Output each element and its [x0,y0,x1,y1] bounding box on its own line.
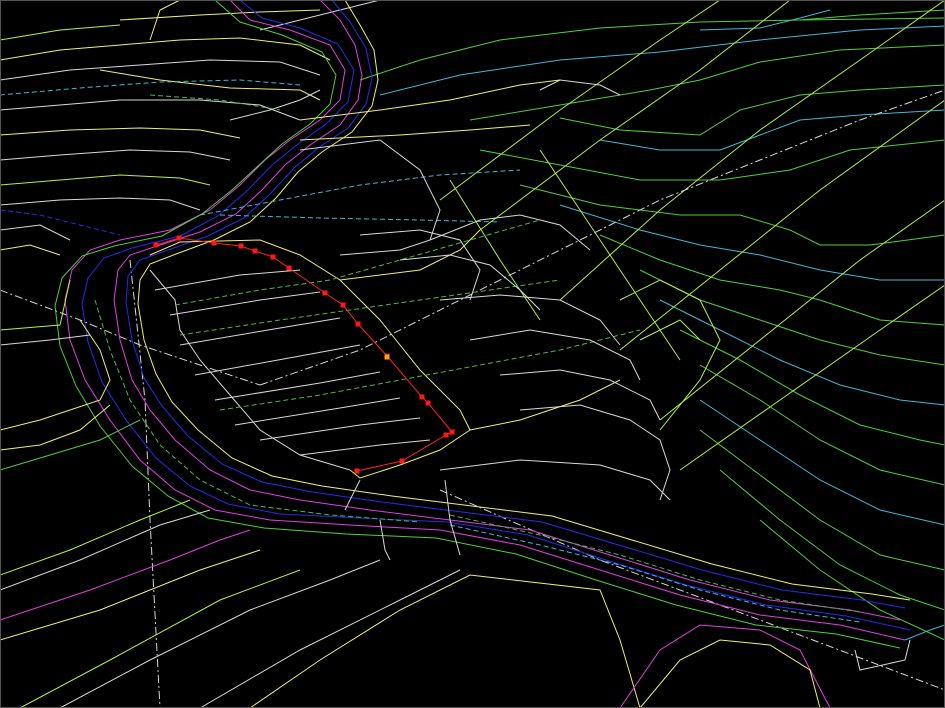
viewport-border [0,0,945,708]
grip-handle[interactable] [425,400,431,406]
upper-terraces [0,0,381,211]
grid-lines [439,0,945,471]
grip-handle[interactable] [252,248,258,254]
contour-lines [359,9,945,641]
grip-handle[interactable] [449,429,455,435]
grip-handle[interactable] [419,394,425,400]
centerline [0,89,945,708]
grip-handle[interactable] [153,242,159,248]
terrain-wireframe[interactable] [0,0,945,708]
grip-handle[interactable] [211,240,217,246]
grip-handle[interactable] [443,432,449,438]
grip-handle[interactable] [340,302,346,308]
central-pad [149,169,641,479]
grip-handle-hot[interactable] [384,354,390,360]
grip-handle[interactable] [322,290,328,296]
grip-handle[interactable] [354,468,360,474]
grip-handle[interactable] [286,265,292,271]
grip-handle[interactable] [270,254,276,260]
grip-handle[interactable] [399,458,405,464]
grip-handle[interactable] [176,235,182,241]
cad-3d-viewport[interactable] [0,0,945,708]
grip-handle[interactable] [355,321,361,327]
grip-handle[interactable] [238,243,244,249]
